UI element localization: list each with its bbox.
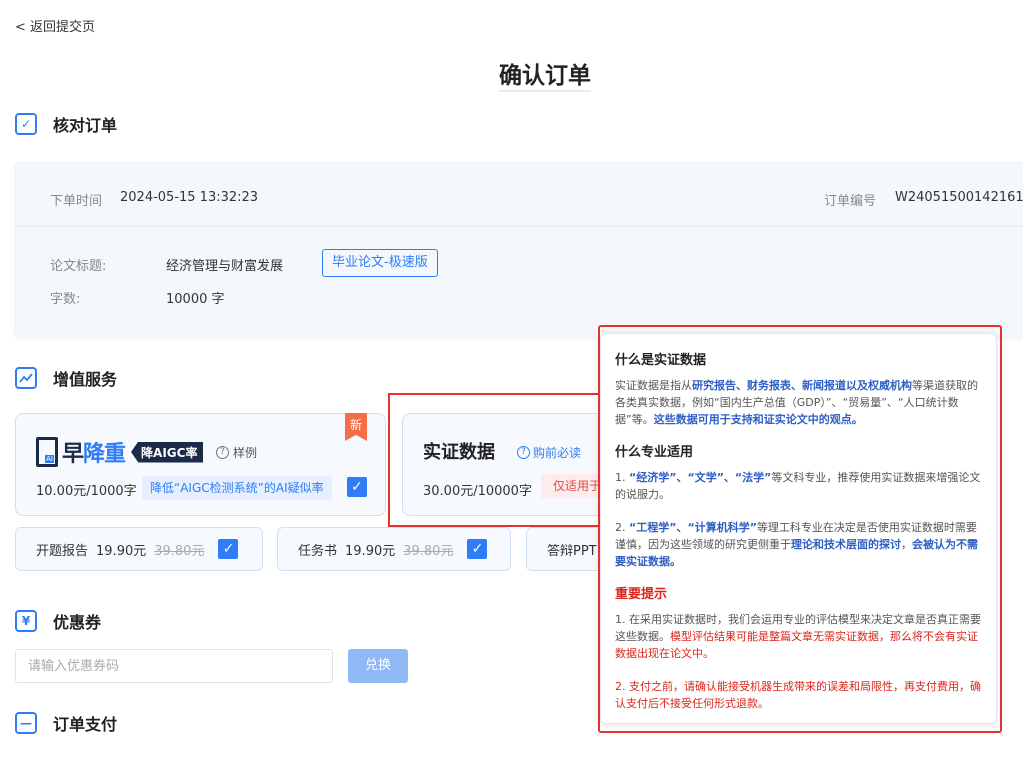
- logo-tag: 降AIGC率: [131, 441, 204, 463]
- highlight-frame: [388, 393, 600, 527]
- logo-mark-icon: AI: [36, 437, 58, 467]
- paper-title-label: 论文标题:: [50, 259, 107, 274]
- redeem-button[interactable]: 兑换: [348, 649, 408, 683]
- service-aigc-card[interactable]: 新 AI 早降重 降AIGC率 ? 样例 10.00元/1000字 降低“AIG…: [15, 413, 386, 516]
- paper-title-value: 经济管理与财富发展: [166, 259, 284, 274]
- question-icon: ?: [216, 446, 229, 459]
- section-coupon-header: ¥ 优惠券: [15, 609, 101, 633]
- section-payment-header: — 订单支付: [15, 711, 117, 735]
- popover-paragraph-arts: 1. “经济学”、“文学”、“法学”等文科专业，推荐使用实证数据来增强论文的说服…: [615, 471, 981, 501]
- order-no-value: W240515001421612: [895, 190, 1023, 205]
- word-count-label: 字数:: [50, 292, 81, 307]
- word-count-value: 10000 字: [166, 292, 225, 307]
- task-checkbox[interactable]: ✓: [467, 539, 488, 559]
- popover-paragraph-notice-1: 1. 在采用实证数据时，我们会运用专业的评估模型来决定文章是否真正需要这些数据。…: [615, 613, 981, 660]
- section-coupon-title: 优惠券: [53, 613, 102, 632]
- proposal-checkbox[interactable]: ✓: [218, 539, 239, 559]
- order-time-value: 2024-05-15 13:32:23: [120, 190, 259, 205]
- aigc-hint: 降低“AIGC检测系统”的AI疑似率: [142, 476, 332, 500]
- popover-paragraph-notice-2: 2. 支付之前，请确认能接受机器生成带来的误差和局限性，再支付费用，确认支付后不…: [615, 680, 981, 710]
- coupon-input[interactable]: [15, 649, 333, 683]
- popover-paragraph-science: 2. “工程学”、“计算机科学”等理工科专业在决定是否使用实证数据时需要谨慎，因…: [615, 521, 978, 568]
- empirical-info-popover: 什么是实证数据 实证数据是指从研究报告、财务报表、新闻报道以及权威机构等渠道获取…: [600, 333, 997, 724]
- service-task[interactable]: 任务书 19.90元 39.80元 ✓: [277, 527, 511, 571]
- page-title: 确认订单: [0, 56, 1023, 92]
- paper-type-tag: 毕业论文-极速版: [322, 249, 438, 277]
- payment-icon: —: [15, 712, 37, 734]
- popover-heading-what: 什么是实证数据: [615, 353, 707, 368]
- back-link[interactable]: < 返回提交页: [15, 16, 95, 35]
- section-services-header: 增值服务: [15, 366, 117, 390]
- order-card: 下单时间 2024-05-15 13:32:23 订单编号 W240515001…: [15, 162, 1023, 338]
- aigc-checkbox[interactable]: ✓: [347, 477, 367, 497]
- popover-heading-notice: 重要提示: [615, 587, 668, 602]
- popover-heading-majors: 什么专业适用: [615, 445, 694, 460]
- section-payment-title: 订单支付: [53, 715, 118, 734]
- order-no-label: 订单编号: [824, 194, 877, 209]
- section-verify-title: 核对订单: [53, 116, 118, 135]
- section-verify-header: ✓ 核对订单: [15, 112, 117, 136]
- document-check-icon: ✓: [15, 113, 37, 135]
- service-proposal[interactable]: 开题报告 19.90元 39.80元 ✓: [15, 527, 263, 571]
- trend-chart-icon: [15, 367, 37, 389]
- order-card-top: 下单时间 2024-05-15 13:32:23 订单编号 W240515001…: [16, 163, 1023, 227]
- order-time-label: 下单时间: [50, 194, 103, 209]
- section-services-title: 增值服务: [53, 370, 118, 389]
- aigc-price: 10.00元/1000字: [36, 484, 137, 499]
- new-badge: 新: [345, 413, 367, 441]
- coupon-icon: ¥: [15, 610, 37, 632]
- aigc-sample-link[interactable]: ? 样例: [216, 444, 257, 461]
- aigc-logo: AI 早降重 降AIGC率: [36, 436, 204, 468]
- popover-paragraph-what: 实证数据是指从研究报告、财务报表、新闻报道以及权威机构等渠道获取的各类真实数据，…: [615, 379, 978, 426]
